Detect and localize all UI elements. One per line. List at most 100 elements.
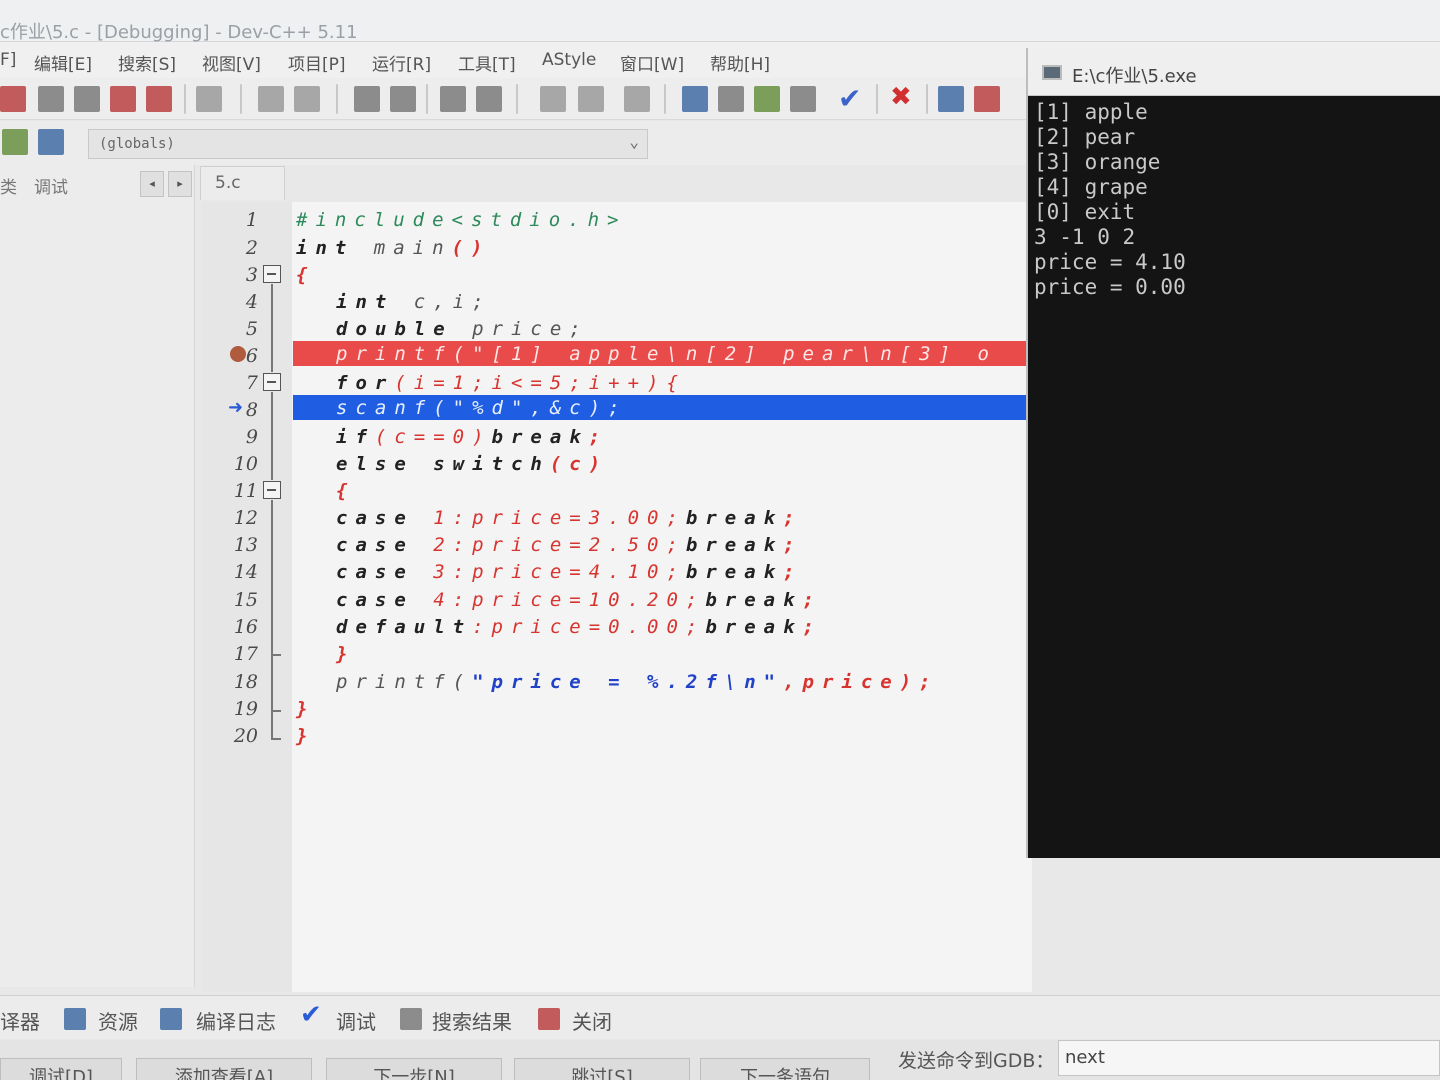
redo-icon[interactable] [294,86,320,112]
indent-icon[interactable] [440,86,466,112]
unindent-icon[interactable] [476,86,502,112]
layout-icon[interactable] [754,86,780,112]
print-icon[interactable] [196,86,222,112]
tab-resources[interactable]: 资源 [98,1006,138,1035]
class-icon[interactable] [2,129,28,155]
next-statement-button[interactable]: 下一条语句 [700,1058,870,1080]
menu-help[interactable]: 帮助[H] [710,50,770,75]
code-text: } [296,725,316,747]
console-title-bar[interactable]: E:\c作业\5.exe [1028,48,1440,96]
code-text: 2:price=2.50; [413,534,686,556]
tab-compile-log[interactable]: 编译日志 [196,1006,276,1035]
menu-run[interactable]: 运行[R] [372,50,431,75]
find-icon[interactable] [354,86,380,112]
new-file-icon[interactable] [0,86,26,112]
fold-toggle-icon[interactable] [263,373,281,391]
window-icon[interactable] [718,86,744,112]
console-window[interactable]: E:\c作业\5.exe [1] apple [2] pear [3] oran… [1026,48,1440,858]
code-text: #include<stdio.h> [296,209,627,231]
comment-icon[interactable] [624,86,650,112]
toolbar-separator [876,84,878,114]
next-step-button[interactable]: 下一步[N] [326,1058,502,1080]
scope-value: (globals) [99,136,175,152]
code-keyword: int [336,291,395,313]
check-icon[interactable]: ✔ [838,82,861,115]
code-keyword: else [336,453,414,475]
panel-next-button[interactable]: ▸ [168,171,192,197]
fold-line [271,500,273,654]
fold-line [271,654,273,710]
tab-5-c[interactable]: 5.c [200,166,285,200]
code-line-9: if(c==0)break; [336,426,608,448]
code-text: ; [802,589,823,611]
tab-debug[interactable]: 调试 [34,173,68,198]
chart-icon[interactable] [938,86,964,112]
close-file-icon[interactable] [146,86,172,112]
bookmark-next-icon[interactable] [578,86,604,112]
chevron-down-icon: ⌄ [629,132,639,151]
tab-compiler[interactable]: 译器 [0,1006,40,1035]
fold-line [271,392,273,480]
fold-toggle-icon[interactable] [263,481,281,499]
code-line-3: { [296,264,315,286]
line-number: 7 [245,372,258,394]
tab-classes[interactable]: 类 [0,173,17,198]
open-icon[interactable] [38,86,64,112]
menu-edit[interactable]: 编辑[E] [34,50,92,75]
fold-end [271,710,281,712]
menu-astyle[interactable]: AStyle [542,50,596,70]
code-text: printf("[1] apple\n[2] pear\n[3] o [336,343,997,365]
code-line-15: case 4:price=10.20;break; [336,589,822,611]
code-text: c,i; [394,291,492,313]
add-watch-button[interactable]: 添加查看[A] [136,1058,312,1080]
code-line-18: printf("price = %.2f\n",price); [336,671,939,693]
line-number: 6 [245,345,258,367]
undo-icon[interactable] [258,86,284,112]
gdb-command-input[interactable]: next [1058,1040,1440,1076]
code-text: { [336,480,356,502]
code-text: 4:price=10.20; [413,589,706,611]
menu-project[interactable]: 项目[P] [288,50,346,75]
code-text: ; [783,534,803,556]
tab-debug[interactable]: 调试 [336,1006,376,1035]
line-number: 14 [233,561,258,583]
menu-file[interactable]: F] [0,50,16,70]
code-line-4: int c,i; [336,291,492,313]
menu-tools[interactable]: 工具[T] [458,50,516,75]
fold-toggle-icon[interactable] [263,265,281,283]
bookmark-prev-icon[interactable] [540,86,566,112]
skip-button[interactable]: 跳过[S] [514,1058,690,1080]
line-number: 12 [233,507,258,529]
save-icon[interactable] [74,86,100,112]
code-text: () [451,237,491,259]
menu-window[interactable]: 窗口[W] [620,50,684,75]
code-line-11: { [336,480,355,502]
debug-button[interactable]: 调试[D] [0,1058,122,1080]
console-output: [1] apple [2] pear [3] orange [4] grape … [1034,100,1186,299]
code-text: main [354,237,452,259]
breakpoint-icon[interactable] [230,346,246,362]
line-number: 19 [233,698,258,720]
menu-view[interactable]: 视图[V] [202,50,261,75]
insert-icon[interactable] [38,129,64,155]
save-all-icon[interactable] [110,86,136,112]
replace-icon[interactable] [390,86,416,112]
code-keyword: if [336,426,375,448]
code-text: :price=0.00; [472,616,706,638]
code-text: ; [588,426,609,448]
toolbar-separator [240,84,242,114]
tiles-icon[interactable] [790,86,816,112]
scope-dropdown[interactable]: (globals) ⌄ [88,129,648,159]
tab-search-results[interactable]: 搜索结果 [432,1006,512,1035]
code-line-20: } [296,725,315,747]
code-keyword: break [685,507,784,529]
close-panel-icon [538,1008,560,1030]
debug-icon[interactable] [974,86,1000,112]
grid-icon[interactable] [682,86,708,112]
stop-icon[interactable]: ✖ [890,82,912,112]
tab-close[interactable]: 关闭 [572,1006,612,1035]
bottom-panel-tabs: 译器 资源 编译日志 ✔ 调试 搜索结果 关闭 [0,995,1440,1039]
fold-line [271,284,273,372]
menu-search[interactable]: 搜索[S] [118,50,176,75]
panel-prev-button[interactable]: ◂ [140,171,164,197]
